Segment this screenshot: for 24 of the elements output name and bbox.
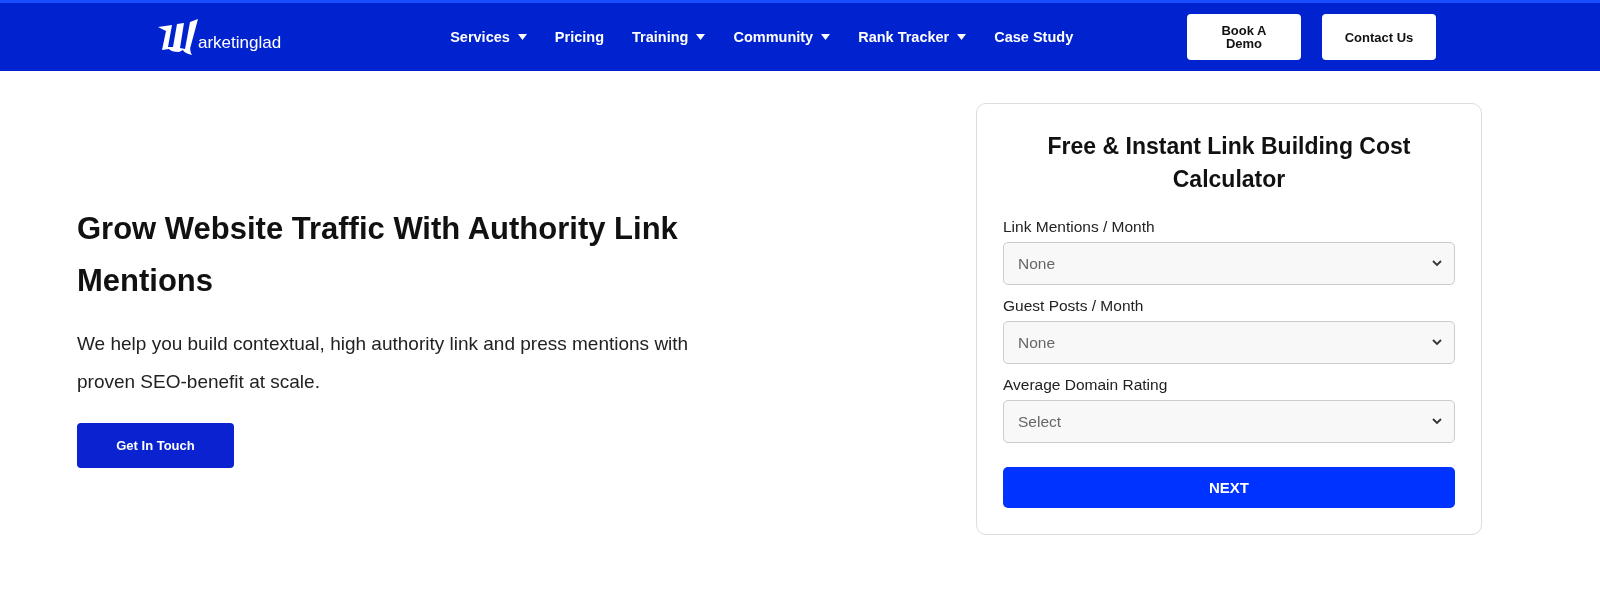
chevron-icon — [1432, 260, 1442, 267]
nav-link[interactable]: Training — [618, 29, 720, 45]
logo-text[interactable]: arketinglad — [198, 33, 282, 55]
field-label: Guest Posts / Month — [1003, 297, 1145, 315]
calculator-title: Free & Instant Link Building Cost Calculator — [1046, 132, 1412, 194]
hero-heading: Grow Website Traffic With Authority Link Mentions — [77, 210, 679, 300]
select-field[interactable]: None — [1003, 242, 1455, 285]
next-button[interactable]: NEXT — [1003, 467, 1455, 508]
logo-icon — [158, 19, 200, 55]
nav-link[interactable]: Community — [719, 29, 845, 45]
get-in-touch-button[interactable]: Get In Touch — [77, 423, 234, 468]
chevron-icon — [1432, 339, 1442, 346]
nav-link[interactable]: Case Study — [980, 29, 1088, 45]
hero-text: We help you build contextual, high authority link and press mentions with proven SEO-benefit at scale. — [77, 332, 690, 394]
header-button[interactable]: Book A Demo — [1187, 14, 1301, 60]
nav-link[interactable]: Services — [436, 29, 541, 45]
nav-link[interactable]: Pricing — [540, 29, 618, 45]
select-field[interactable]: Select — [1003, 400, 1455, 443]
header-button[interactable]: Contact Us — [1322, 14, 1436, 60]
field-label: Link Mentions / Month — [1003, 218, 1156, 236]
field-label: Average Domain Rating — [1003, 376, 1169, 394]
chevron-icon — [1432, 418, 1442, 425]
select-field[interactable]: None — [1003, 321, 1455, 364]
nav-link[interactable]: Rank Tracker — [844, 29, 981, 45]
